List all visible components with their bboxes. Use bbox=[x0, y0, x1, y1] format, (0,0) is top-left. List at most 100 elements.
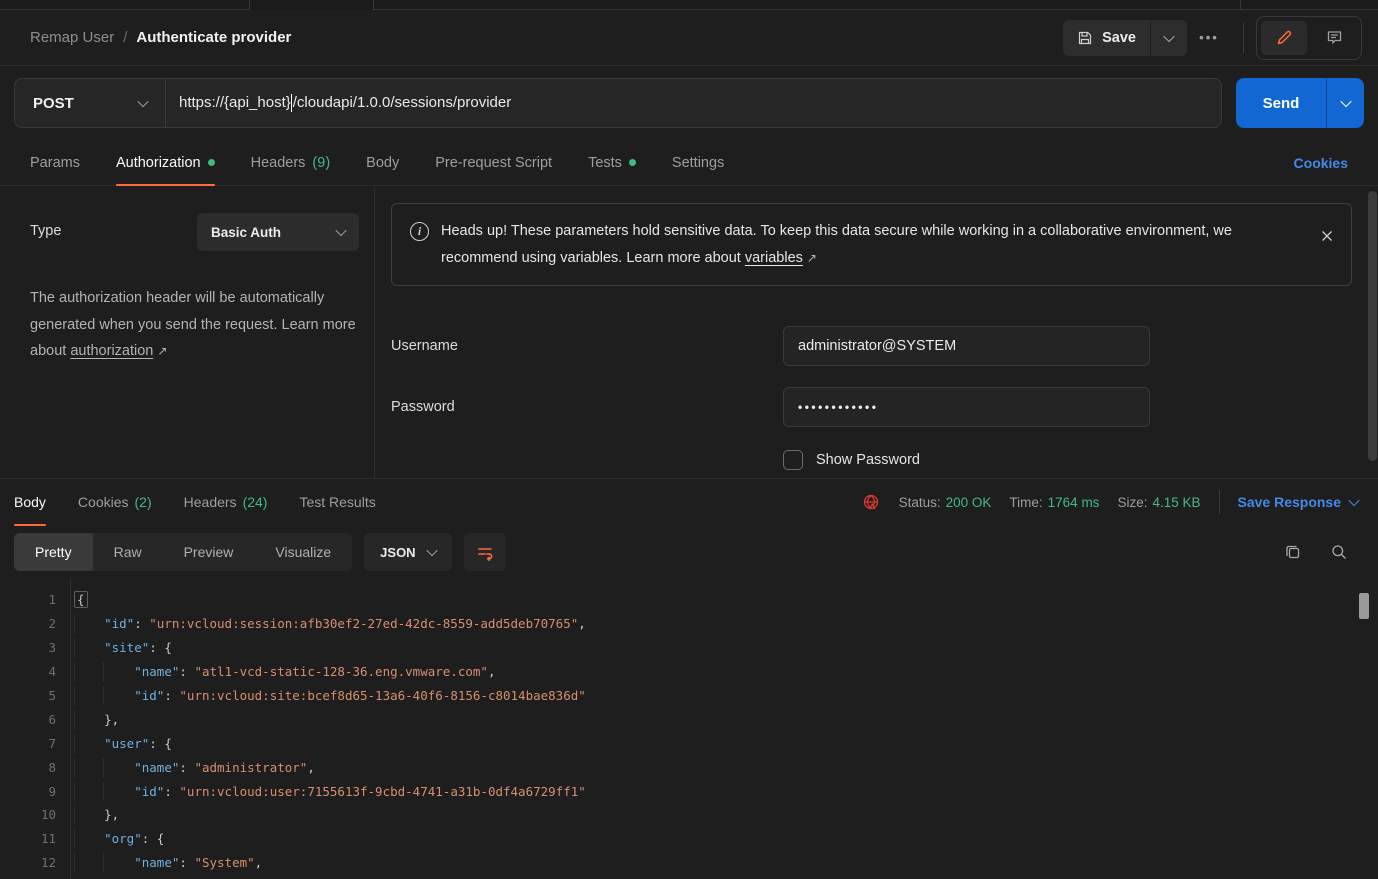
auth-scrollbar-thumb[interactable] bbox=[1368, 191, 1377, 461]
url-text-before-cursor: https://{api_host} bbox=[179, 94, 291, 111]
code-line: 12 "name": "System", bbox=[0, 851, 1378, 875]
response-tab-test-results[interactable]: Test Results bbox=[299, 479, 375, 525]
method-value: POST bbox=[33, 95, 74, 112]
authorization-section: Type Basic Auth The authorization header… bbox=[0, 187, 1378, 478]
wrap-lines-button[interactable] bbox=[464, 533, 506, 571]
code-line: 10 }, bbox=[0, 803, 1378, 827]
auth-fields-panel: i Heads up! These parameters hold sensit… bbox=[375, 187, 1378, 478]
window-tab-edge-left[interactable] bbox=[0, 0, 250, 10]
size-indicator: Size: 4.15 KB bbox=[1117, 495, 1200, 510]
tab-body[interactable]: Body bbox=[366, 140, 399, 185]
auth-type-panel: Type Basic Auth The authorization header… bbox=[0, 187, 375, 478]
request-header: Remap User / Authenticate provider Save … bbox=[0, 10, 1378, 66]
tab-tests[interactable]: Tests bbox=[588, 140, 636, 185]
breadcrumb-parent[interactable]: Remap User bbox=[30, 29, 114, 46]
response-body-viewer: 1{2 "id": "urn:vcloud:session:afb30ef2-2… bbox=[0, 579, 1378, 879]
view-visualize-button[interactable]: Visualize bbox=[254, 533, 352, 571]
chevron-down-icon bbox=[1348, 495, 1359, 506]
green-dot-indicator bbox=[629, 159, 636, 166]
send-button[interactable]: Send bbox=[1236, 78, 1326, 128]
tab-authorization[interactable]: Authorization bbox=[116, 140, 215, 185]
save-icon bbox=[1077, 30, 1093, 46]
tab-label: Headers bbox=[184, 494, 237, 510]
url-input[interactable]: https://{api_host}/cloudapi/1.0.0/sessio… bbox=[166, 94, 524, 112]
code-lines: 1{2 "id": "urn:vcloud:session:afb30ef2-2… bbox=[0, 588, 1378, 875]
view-preview-button[interactable]: Preview bbox=[163, 533, 255, 571]
response-tab-headers[interactable]: Headers (24) bbox=[184, 479, 268, 525]
format-value: JSON bbox=[380, 545, 415, 560]
response-toolbar: Pretty Raw Preview Visualize JSON bbox=[0, 525, 1378, 579]
cookies-link[interactable]: Cookies bbox=[1294, 155, 1348, 171]
response-scrollbar-thumb[interactable] bbox=[1359, 593, 1369, 619]
response-format-select[interactable]: JSON bbox=[364, 533, 451, 571]
auth-type-label: Type bbox=[30, 223, 61, 251]
variables-docs-link[interactable]: variables bbox=[745, 250, 803, 266]
status-value: 200 OK bbox=[946, 495, 992, 510]
show-password-checkbox[interactable] bbox=[783, 450, 803, 470]
response-tab-body[interactable]: Body bbox=[14, 479, 46, 525]
tab-count: (9) bbox=[312, 155, 330, 171]
send-options-button[interactable] bbox=[1326, 78, 1364, 128]
header-divider bbox=[1243, 23, 1244, 53]
response-tab-cookies[interactable]: Cookies (2) bbox=[78, 479, 152, 525]
search-response-button[interactable] bbox=[1330, 543, 1348, 561]
status-label: Status: bbox=[899, 495, 941, 510]
authorization-docs-link[interactable]: authorization bbox=[70, 343, 153, 359]
green-dot-indicator bbox=[208, 159, 215, 166]
save-options-button[interactable] bbox=[1151, 20, 1187, 56]
url-bar: POST https://{api_host}/cloudapi/1.0.0/s… bbox=[14, 78, 1222, 128]
tab-prerequest-script[interactable]: Pre-request Script bbox=[435, 140, 552, 185]
toolbar-right bbox=[1284, 543, 1364, 561]
show-password-label[interactable]: Show Password bbox=[816, 452, 920, 468]
tab-label: Test Results bbox=[299, 494, 375, 510]
window-tab-edge-middle[interactable] bbox=[373, 0, 1240, 10]
window-tab-strip bbox=[0, 0, 1378, 10]
password-field[interactable]: •••••••••••• bbox=[783, 387, 1150, 427]
tab-count: (2) bbox=[135, 494, 152, 510]
tab-label: Params bbox=[30, 155, 80, 171]
tab-params[interactable]: Params bbox=[30, 140, 80, 185]
external-link-icon: ↗ bbox=[807, 251, 817, 265]
code-line: 8 "name": "administrator", bbox=[0, 755, 1378, 779]
edit-mode-button[interactable] bbox=[1261, 21, 1307, 55]
window-tab-edge-right[interactable] bbox=[1240, 0, 1378, 10]
chevron-down-icon bbox=[137, 96, 148, 107]
postman-request-window: Remap User / Authenticate provider Save … bbox=[0, 0, 1378, 879]
copy-response-button[interactable] bbox=[1284, 543, 1302, 561]
pencil-icon bbox=[1276, 29, 1293, 46]
view-pretty-button[interactable]: Pretty bbox=[14, 533, 93, 571]
response-view-switch: Pretty Raw Preview Visualize bbox=[14, 533, 352, 571]
comment-button[interactable] bbox=[1311, 21, 1357, 55]
code-line: 7 "user": { bbox=[0, 731, 1378, 755]
banner-close-button[interactable] bbox=[1319, 228, 1335, 244]
chevron-down-icon bbox=[1340, 96, 1351, 107]
response-meta: Status: 200 OK Time: 1764 ms Size: 4.15 … bbox=[862, 490, 1364, 514]
tab-settings[interactable]: Settings bbox=[672, 140, 724, 185]
auth-type-select[interactable]: Basic Auth bbox=[197, 213, 359, 251]
method-select[interactable]: POST bbox=[15, 79, 166, 127]
chevron-down-icon bbox=[1163, 30, 1174, 41]
network-warning-icon[interactable] bbox=[862, 493, 881, 512]
breadcrumb-current: Authenticate provider bbox=[136, 29, 291, 46]
code-line: 4 "name": "atl1-vcd-static-128-36.eng.vm… bbox=[0, 660, 1378, 684]
code-line: 1{ bbox=[0, 588, 1378, 612]
save-button[interactable]: Save bbox=[1063, 20, 1150, 56]
save-button-group: Save bbox=[1063, 20, 1187, 56]
save-response-button[interactable]: Save Response bbox=[1238, 494, 1359, 510]
request-tabs: Params Authorization Headers (9) Body Pr… bbox=[0, 140, 1378, 186]
size-label: Size: bbox=[1117, 495, 1147, 510]
tab-label: Settings bbox=[672, 155, 724, 171]
url-text-after-cursor: /cloudapi/1.0.0/sessions/provider bbox=[293, 94, 511, 111]
view-raw-button[interactable]: Raw bbox=[93, 533, 163, 571]
username-field[interactable]: administrator@SYSTEM bbox=[783, 326, 1150, 366]
save-button-label: Save bbox=[1102, 30, 1136, 46]
more-options-button[interactable]: ••• bbox=[1187, 30, 1231, 45]
url-row: POST https://{api_host}/cloudapi/1.0.0/s… bbox=[0, 66, 1378, 140]
status-indicator: Status: 200 OK bbox=[899, 495, 992, 510]
size-value: 4.15 KB bbox=[1152, 495, 1200, 510]
wrap-lines-icon bbox=[476, 543, 494, 561]
edit-comment-group bbox=[1256, 16, 1362, 60]
tab-headers[interactable]: Headers (9) bbox=[251, 140, 331, 185]
save-response-label: Save Response bbox=[1238, 494, 1342, 510]
auth-type-value: Basic Auth bbox=[211, 225, 281, 240]
